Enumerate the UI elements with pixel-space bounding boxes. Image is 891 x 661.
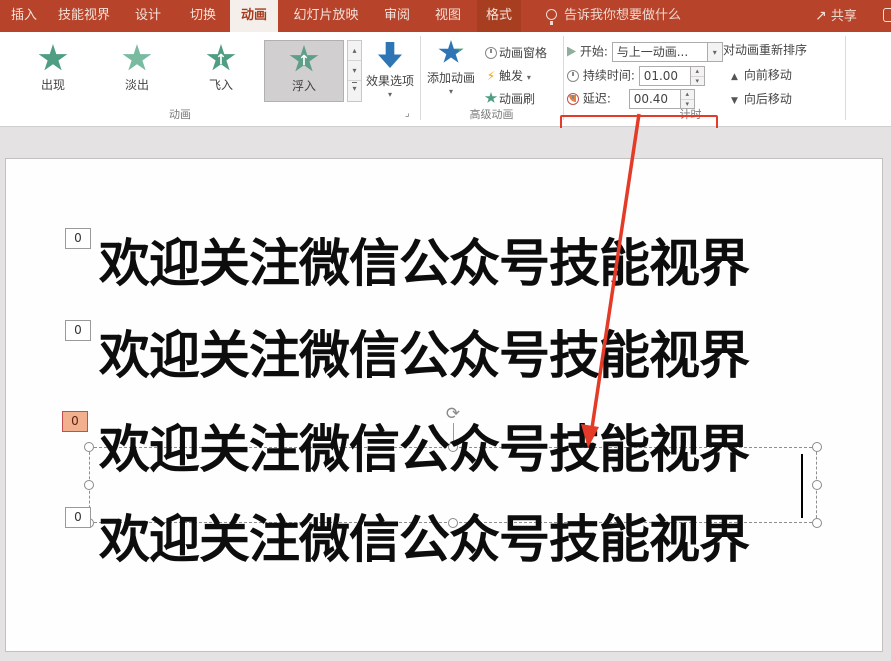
tab-design[interactable]: 设计 [126, 0, 170, 32]
share-icon: ↗ [815, 8, 827, 24]
animation-floatin-button[interactable]: ↑ 浮入 [264, 40, 344, 102]
effect-options-label: 效果选项 [362, 72, 418, 89]
move-earlier-icon: ▲ [731, 72, 738, 82]
trigger-chevron-icon: ▾ [527, 73, 531, 82]
animation-painter-label: 动画刷 [499, 92, 535, 106]
move-later-icon: ▼ [731, 96, 738, 106]
add-animation-chevron-icon: ▾ [422, 87, 480, 96]
share-button[interactable]: ↗ 共享 [815, 0, 857, 32]
animation-painter-icon [485, 92, 498, 104]
tab-slideshow[interactable]: 幻灯片放映 [288, 0, 364, 32]
flyin-star-icon: ↑ [206, 44, 236, 73]
add-animation-label: 添加动画 [422, 69, 480, 86]
start-select[interactable]: 与上一动画... [612, 42, 708, 62]
delay-clock-icon [567, 93, 579, 105]
delay-spin-up-icon[interactable]: ▴ [681, 90, 694, 100]
fade-label: 淡出 [97, 76, 177, 93]
slide-canvas: 0 欢迎关注微信公众号技能视界 0 欢迎关注微信公众号技能视界 0 ⟳ 欢迎关注… [0, 128, 891, 661]
text-line-1[interactable]: 欢迎关注微信公众号技能视界 [99, 235, 749, 295]
tab-skill-view[interactable]: 技能视界 [52, 0, 116, 32]
tab-review[interactable]: 审阅 [375, 0, 419, 32]
play-icon [567, 47, 576, 57]
duration-spin-down-icon[interactable]: ▾ [691, 77, 704, 87]
animation-appear-button[interactable]: 出现 [13, 40, 93, 102]
share-label: 共享 [831, 9, 857, 24]
duration-spinner[interactable]: ▴▾ [691, 66, 705, 86]
animation-tag-1[interactable]: 0 [65, 228, 91, 249]
advanced-group-label: 高级动画 [420, 106, 563, 122]
animation-pane-button[interactable]: 动画窗格 [483, 44, 547, 64]
gallery-scroll-down-icon[interactable]: ▾ [348, 61, 361, 81]
tab-format[interactable]: 格式 [477, 0, 521, 32]
lightning-icon: ⚡ [483, 67, 499, 85]
flyin-arrow-icon: ↑ [206, 52, 236, 68]
effect-options-chevron-icon: ▾ [362, 90, 418, 99]
duration-spin-up-icon[interactable]: ▴ [691, 67, 704, 77]
start-row: 开始: 与上一动画...▾ [567, 42, 723, 62]
duration-row: 持续时间: 01.00▴▾ [567, 66, 705, 86]
animation-pane-icon [485, 47, 497, 59]
duration-input[interactable]: 01.00 [639, 66, 691, 86]
flyin-label: 飞入 [181, 76, 261, 93]
handle-bottom-right[interactable] [812, 518, 822, 528]
slide[interactable]: 0 欢迎关注微信公众号技能视界 0 欢迎关注微信公众号技能视界 0 ⟳ 欢迎关注… [5, 158, 883, 652]
handle-top-right[interactable] [812, 442, 822, 452]
handle-top-left[interactable] [84, 442, 94, 452]
text-line-4[interactable]: 欢迎关注微信公众号技能视界 [99, 511, 749, 571]
appear-star-icon [38, 44, 68, 73]
gallery-scrollbar: ▴ ▾ ▾ [347, 40, 362, 102]
start-dropdown-icon[interactable]: ▾ [708, 42, 723, 62]
tab-animations[interactable]: 动画 [230, 0, 278, 32]
comments-icon[interactable] [883, 8, 891, 22]
move-earlier-button[interactable]: ▲ 向前移动 [731, 66, 792, 83]
text-cursor [801, 454, 803, 518]
fade-star-icon [122, 44, 152, 73]
floatin-arrow-icon: ↑ [289, 53, 319, 69]
animation-flyin-button[interactable]: ↑ 飞入 [181, 40, 261, 102]
effect-options-button[interactable]: 效果选项 ▾ [362, 40, 418, 99]
animation-group-label: 动画 [0, 106, 360, 122]
trigger-label: 触发 [499, 69, 523, 83]
duration-clock-icon [567, 70, 579, 82]
gallery-more-icon[interactable]: ▾ [348, 81, 361, 101]
menubar: 插入 技能视界 设计 切换 动画 幻灯片放映 审阅 视图 格式 告诉我你想要做什… [0, 0, 891, 32]
animation-tag-3-selected[interactable]: 0 [62, 411, 88, 432]
move-later-label: 向后移动 [744, 92, 792, 106]
plus-icon: + [454, 44, 465, 55]
text-line-2[interactable]: 欢迎关注微信公众号技能视界 [99, 327, 749, 387]
gallery-more-glyph: ▾ [352, 82, 356, 93]
appear-label: 出现 [13, 76, 93, 93]
animation-tag-4[interactable]: 0 [65, 507, 91, 528]
floatin-star-icon: ↑ [289, 45, 319, 74]
trigger-button[interactable]: ⚡触发 ▾ [483, 67, 531, 87]
tab-insert[interactable]: 插入 [2, 0, 46, 32]
animation-tag-2[interactable]: 0 [65, 320, 91, 341]
move-earlier-label: 向前移动 [744, 68, 792, 82]
add-animation-icon: + [438, 40, 464, 65]
delay-label: 延迟: [583, 92, 611, 106]
handle-mid-left[interactable] [84, 480, 94, 490]
text-line-3[interactable]: 欢迎关注微信公众号技能视界 [99, 421, 749, 481]
floatin-label: 浮入 [265, 77, 343, 94]
dialog-launcher-icon[interactable]: ⌟ [405, 108, 410, 119]
tell-me-box[interactable]: 告诉我你想要做什么 [564, 0, 681, 32]
add-animation-button[interactable]: + 添加动画 ▾ [422, 40, 480, 96]
ribbon: 出现 淡出 ↑ 飞入 ↑ 浮入 ▴ ▾ ▾ 效果选项 ▾ 动画 ⌟ + 添加动画… [0, 32, 891, 127]
tab-transitions[interactable]: 切换 [181, 0, 225, 32]
lightbulb-icon [546, 9, 557, 20]
effect-options-icon [378, 42, 402, 68]
handle-mid-right[interactable] [812, 480, 822, 490]
gallery-scroll-up-icon[interactable]: ▴ [348, 41, 361, 61]
tab-view[interactable]: 视图 [426, 0, 470, 32]
duration-label: 持续时间: [583, 69, 635, 83]
animation-fade-button[interactable]: 淡出 [97, 40, 177, 102]
start-label: 开始: [580, 45, 608, 59]
move-later-button[interactable]: ▼ 向后移动 [731, 90, 792, 107]
animation-pane-label: 动画窗格 [499, 46, 547, 60]
reorder-title: 对动画重新排序 [723, 41, 807, 58]
